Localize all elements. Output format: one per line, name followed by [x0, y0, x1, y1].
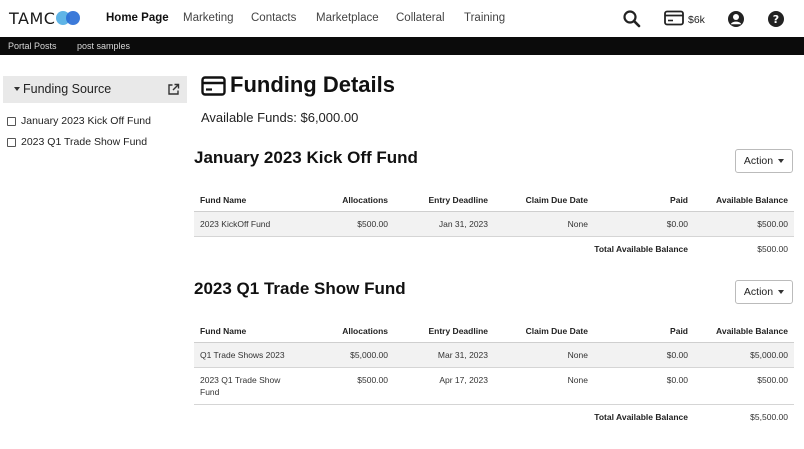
column-header[interactable]: Paid: [594, 190, 694, 212]
funds-badge-value: $6k: [688, 14, 705, 26]
nav-marketing[interactable]: Marketing: [183, 12, 234, 24]
cell-allocations: $500.00: [304, 211, 394, 237]
cell-paid: $0.00: [594, 342, 694, 368]
funds-table: Fund Name Allocations Entry Deadline Cla…: [194, 190, 794, 261]
section-title: 2023 Q1 Trade Show Fund: [194, 279, 406, 298]
nav-home-page[interactable]: Home Page: [106, 12, 169, 24]
cell-allocations: $500.00: [304, 367, 394, 405]
caret-down-icon: [14, 87, 20, 91]
nav-collateral[interactable]: Collateral: [396, 12, 445, 24]
funds-table: Fund Name Allocations Entry Deadline Cla…: [194, 321, 794, 429]
total-value: $500.00: [757, 243, 788, 254]
total-row: Total Available Balance $500.00: [194, 236, 794, 261]
fund-filter-label: January 2023 Kick Off Fund: [21, 115, 151, 127]
subnav-post-samples[interactable]: post samples: [77, 41, 130, 51]
column-header[interactable]: Available Balance: [694, 321, 794, 343]
action-button-label: Action: [743, 155, 774, 167]
page-title: Funding Details: [230, 72, 395, 97]
column-header[interactable]: Entry Deadline: [394, 190, 494, 212]
cell-fund-name: 2023 KickOff Fund: [194, 211, 304, 237]
external-link-icon[interactable]: [167, 83, 180, 96]
cell-entry-deadline: Mar 31, 2023: [394, 342, 494, 368]
svg-text:?: ?: [773, 13, 779, 26]
checkbox[interactable]: [7, 137, 16, 147]
cell-entry-deadline: Apr 17, 2023: [394, 367, 494, 405]
subnav-portal-posts[interactable]: Portal Posts: [8, 41, 57, 51]
column-header[interactable]: Fund Name: [194, 190, 304, 212]
table-header-row: Fund Name Allocations Entry Deadline Cla…: [194, 190, 794, 212]
cell-allocations: $5,000.00: [304, 342, 394, 368]
nav-training[interactable]: Training: [464, 12, 505, 24]
total-label: Total Available Balance: [594, 243, 688, 254]
available-funds: Available Funds: $6,000.00: [201, 110, 359, 125]
table-row[interactable]: 2023 KickOff Fund $500.00 Jan 31, 2023 N…: [194, 211, 794, 237]
cell-fund-name: 2023 Q1 Trade Show Fund: [194, 367, 304, 405]
chevron-down-icon: [778, 159, 785, 164]
table-row[interactable]: 2023 Q1 Trade Show Fund $500.00 Apr 17, …: [194, 367, 794, 405]
cell-entry-deadline: Jan 31, 2023: [394, 211, 494, 237]
cell-claim-due-date: None: [494, 342, 594, 368]
search-icon[interactable]: [622, 9, 642, 29]
column-header[interactable]: Allocations: [304, 190, 394, 212]
table-header-row: Fund Name Allocations Entry Deadline Cla…: [194, 321, 794, 343]
wallet-icon: [664, 10, 684, 25]
column-header[interactable]: Fund Name: [194, 321, 304, 343]
column-header[interactable]: Claim Due Date: [494, 190, 594, 212]
total-label: Total Available Balance: [594, 411, 688, 422]
column-header[interactable]: Entry Deadline: [394, 321, 494, 343]
help-icon[interactable]: ?: [766, 9, 786, 29]
cell-paid: $0.00: [594, 211, 694, 237]
user-account-icon[interactable]: [726, 9, 746, 29]
cell-paid: $0.00: [594, 367, 694, 405]
logo-mark-icon: [56, 11, 82, 25]
brand-logo[interactable]: TAMC: [9, 8, 82, 28]
cell-claim-due-date: None: [494, 367, 594, 405]
credit-card-icon: [201, 76, 226, 96]
action-button[interactable]: Action: [735, 280, 793, 304]
cell-available-balance: $500.00: [694, 367, 794, 405]
section-title: January 2023 Kick Off Fund: [194, 148, 418, 167]
checkbox[interactable]: [7, 116, 16, 126]
chevron-down-icon: [778, 290, 785, 295]
top-nav: TAMC Home Page Marketing Contacts Market…: [0, 0, 804, 37]
column-header[interactable]: Paid: [594, 321, 694, 343]
nav-marketplace[interactable]: Marketplace: [316, 12, 379, 24]
column-header[interactable]: Claim Due Date: [494, 321, 594, 343]
column-header[interactable]: Allocations: [304, 321, 394, 343]
table-row[interactable]: Q1 Trade Shows 2023 $5,000.00 Mar 31, 20…: [194, 342, 794, 368]
cell-available-balance: $500.00: [694, 211, 794, 237]
sub-nav: Portal Posts post samples: [0, 37, 804, 55]
total-row: Total Available Balance $5,500.00: [194, 404, 794, 429]
fund-filter-checkbox[interactable]: January 2023 Kick Off Fund: [7, 115, 151, 127]
funds-badge[interactable]: $6k: [664, 9, 705, 26]
nav-contacts[interactable]: Contacts: [251, 12, 296, 24]
funding-source-title: Funding Source: [23, 82, 112, 96]
fund-filter-label: 2023 Q1 Trade Show Fund: [21, 136, 148, 148]
cell-claim-due-date: None: [494, 211, 594, 237]
funding-source-header[interactable]: Funding Source: [3, 76, 187, 103]
action-button-label: Action: [743, 286, 774, 298]
logo-text: TAMC: [9, 8, 56, 28]
cell-available-balance: $5,000.00: [694, 342, 794, 368]
total-value: $5,500.00: [750, 411, 788, 422]
action-button[interactable]: Action: [735, 149, 793, 173]
column-header[interactable]: Available Balance: [694, 190, 794, 212]
fund-filter-checkbox[interactable]: 2023 Q1 Trade Show Fund: [7, 136, 147, 148]
cell-fund-name: Q1 Trade Shows 2023: [194, 342, 304, 368]
